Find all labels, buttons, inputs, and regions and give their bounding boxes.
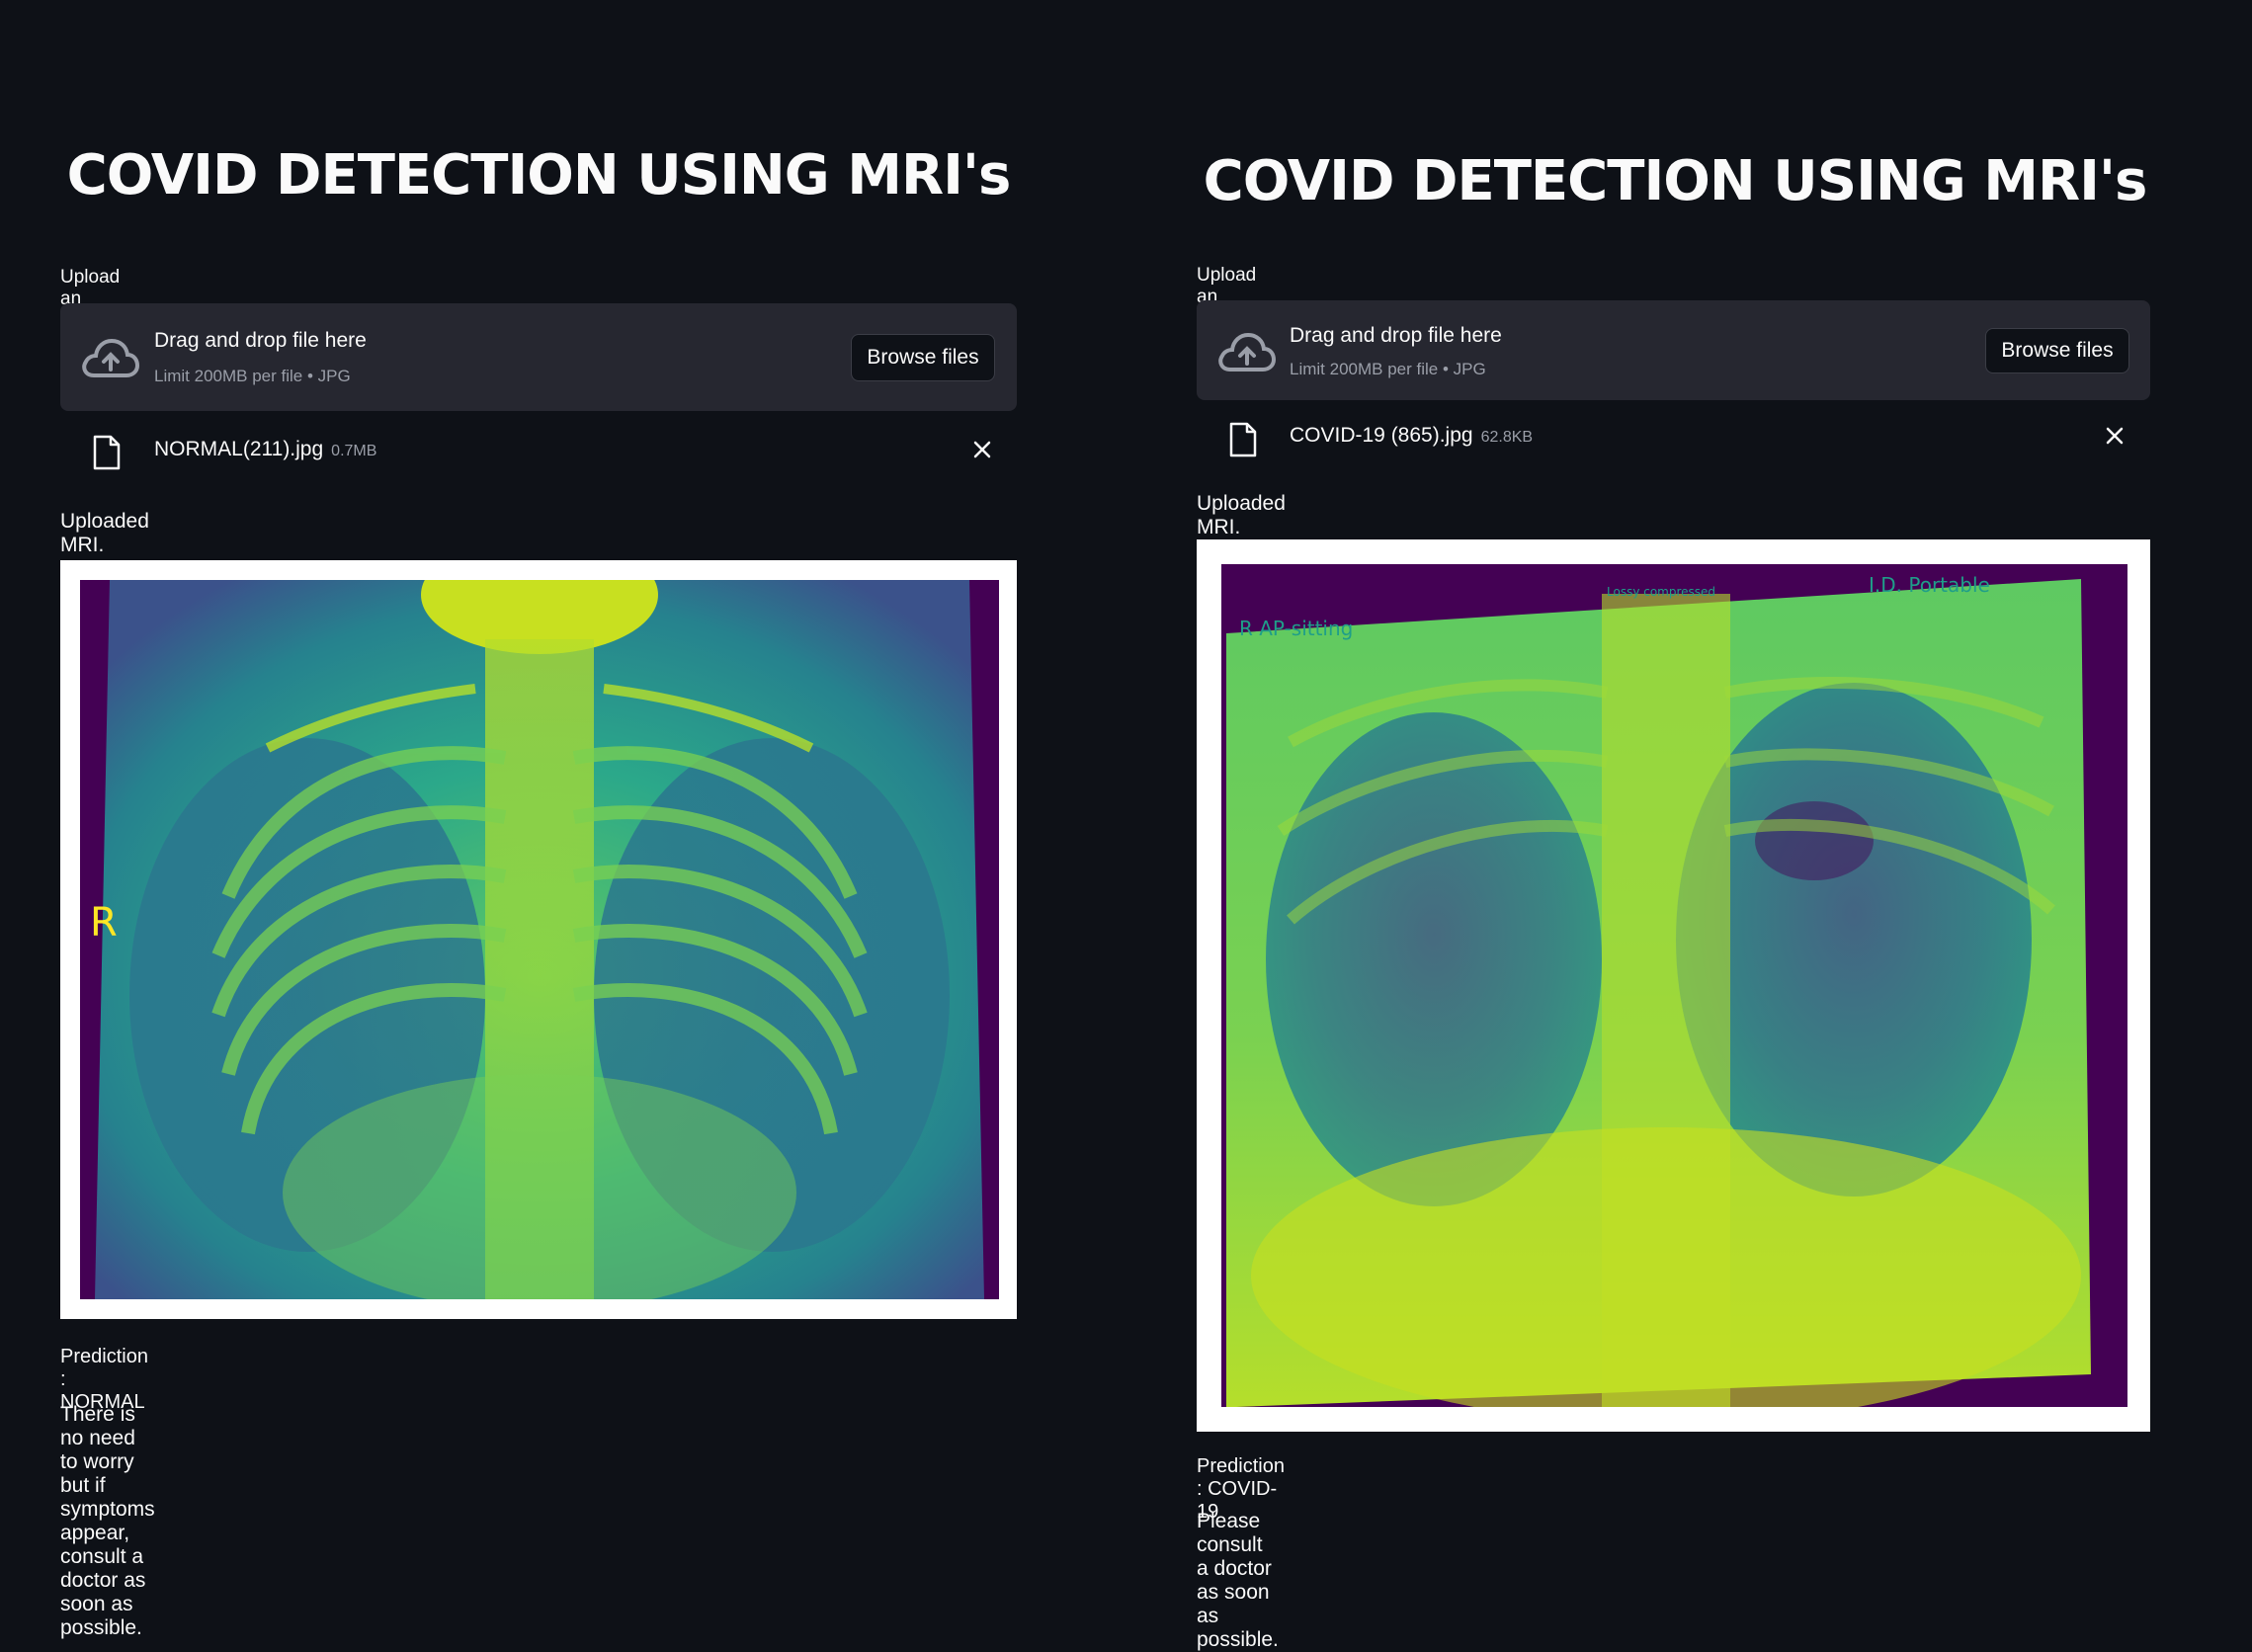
uploaded-file-name: COVID-19 (865).jpg 62.8KB: [1290, 424, 1533, 448]
advice-message: There is no need to worry but if symptom…: [60, 1403, 155, 1639]
image-caption: Uploaded MRI.: [60, 510, 149, 556]
file-name-text: NORMAL(211).jpg: [154, 438, 324, 460]
xray-label-portable: I.D. Portable: [1869, 573, 1990, 597]
page-title: COVID DETECTION USING MRI's: [66, 143, 1012, 207]
file-name-text: COVID-19 (865).jpg: [1290, 424, 1473, 447]
file-size: 62.8KB: [1480, 429, 1534, 446]
close-icon[interactable]: [971, 439, 993, 460]
browse-files-button[interactable]: Browse files: [851, 334, 995, 381]
uploaded-image: R AP-sitting Lossy compressed I.D. Porta…: [1197, 539, 2150, 1432]
file-icon: [1229, 422, 1257, 457]
advice-message: Please consult a doctor as soon as possi…: [1197, 1510, 1279, 1651]
uploaded-image: R: [60, 560, 1017, 1319]
xray-label-compressed: Lossy compressed: [1607, 585, 1715, 599]
dropzone-title: Drag and drop file here: [1290, 324, 1502, 347]
browse-files-button[interactable]: Browse files: [1985, 328, 2129, 373]
xray-covid: R AP-sitting Lossy compressed I.D. Porta…: [1221, 564, 2127, 1407]
cloud-upload-icon: [1218, 332, 1276, 372]
page-title: COVID DETECTION USING MRI's: [1203, 149, 2148, 213]
image-caption: Uploaded MRI.: [1197, 492, 1286, 538]
cloud-upload-icon: [82, 338, 139, 377]
file-size: 0.7MB: [331, 443, 377, 459]
close-icon[interactable]: [2104, 425, 2126, 447]
file-dropzone[interactable]: Drag and drop file here Limit 200MB per …: [60, 303, 1017, 411]
xray-marker-r: R: [90, 900, 118, 946]
uploaded-file-name: NORMAL(211).jpg 0.7MB: [154, 438, 376, 461]
file-dropzone[interactable]: Drag and drop file here Limit 200MB per …: [1197, 300, 2150, 400]
dropzone-subtitle: Limit 200MB per file • JPG: [1290, 360, 1486, 378]
dropzone-title: Drag and drop file here: [154, 329, 367, 352]
dropzone-subtitle: Limit 200MB per file • JPG: [154, 367, 351, 385]
xray-label-position: R AP-sitting: [1239, 617, 1353, 640]
xray-normal: R: [80, 580, 999, 1299]
file-icon: [93, 435, 121, 470]
